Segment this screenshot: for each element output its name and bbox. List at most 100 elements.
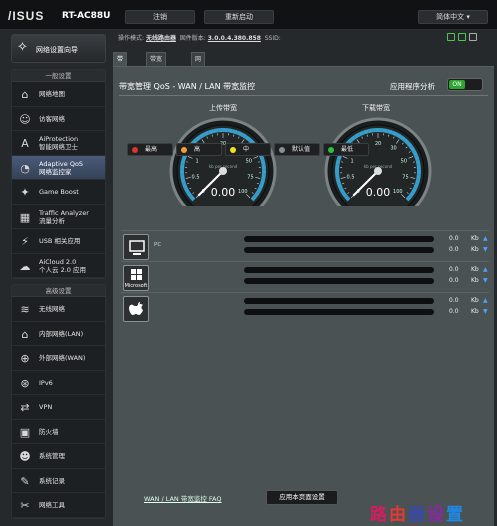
aicloud-icon: ☁: [19, 259, 31, 273]
upload-rate: 0.0 Kb ▲: [449, 235, 489, 242]
firewall-icon: ▣: [19, 425, 31, 439]
watermark-char: 置: [446, 505, 465, 525]
internet-status-icon[interactable]: [458, 33, 466, 41]
usb-status-icon[interactable]: [469, 33, 477, 41]
upload-rate: 0.0 Kb ▲: [449, 297, 489, 304]
legend-3[interactable]: 默认值: [274, 143, 320, 156]
page-title: 带宽管理 QoS - WAN / LAN 带宽监控: [119, 82, 256, 91]
sidebar-item-wan[interactable]: ⊕ 外部网络(WAN): [12, 346, 105, 371]
item-title: 网络工具: [39, 501, 65, 509]
reboot-button[interactable]: 重新启动: [204, 10, 274, 24]
legend-label: 中: [243, 146, 250, 153]
item-subtitle: 流量分析: [39, 216, 65, 225]
quick-setup-button[interactable]: ✧ 网络设置向导: [11, 34, 106, 63]
arrow-up-icon: ▲: [483, 266, 488, 273]
rate-unit: Kb: [471, 277, 479, 284]
legend-1[interactable]: 高: [176, 143, 222, 156]
sidebar-item-system-log[interactable]: ✎ 系统记录: [12, 469, 105, 493]
tab-bandwidth-monitor[interactable]: 带宽监控: [113, 52, 128, 105]
wan-icon: ⊕: [20, 352, 30, 365]
legend-label: 高: [194, 146, 201, 153]
download-bar: [244, 278, 434, 284]
model-name: RT-AC88U: [62, 11, 111, 21]
faq-link[interactable]: WAN / LAN 带宽监控 FAQ: [144, 493, 222, 503]
client-row: Microsoft 0.0 Kb ▲ 0.0 Kb ▼: [121, 261, 489, 294]
app-analysis-toggle[interactable]: ON: [447, 78, 483, 91]
apply-button[interactable]: 应用本页面设置: [266, 490, 338, 505]
game-boost-icon: ✦: [20, 186, 30, 199]
chevron-down-icon: ▾: [466, 13, 470, 21]
advanced-header: 高级设置: [12, 285, 105, 297]
sidebar-item-network-map[interactable]: ⌂ 网络地图: [12, 82, 105, 107]
item-title: VPN: [39, 403, 53, 411]
item-title: 系统记录: [39, 476, 65, 485]
upload-rate: 0.0 Kb ▲: [449, 266, 489, 273]
sidebar-item-adaptive-qos[interactable]: ◔ Adaptive QoS 网络监控家: [12, 155, 105, 180]
download-rate: 0.0 Kb ▼: [449, 277, 489, 284]
guest-network-icon: ☺: [19, 112, 31, 126]
item-title: USB 相关应用: [39, 237, 81, 245]
item-subtitle: 智能网络卫士: [39, 143, 78, 151]
legend-2[interactable]: 中: [225, 143, 271, 156]
sidebar-item-label: 外部网络(WAN): [39, 354, 85, 362]
legend-4[interactable]: 最低: [323, 143, 369, 156]
microsoft-icon[interactable]: Microsoft: [123, 265, 149, 291]
pc-icon[interactable]: [123, 234, 149, 260]
legend-dot-icon: [328, 147, 334, 153]
rate-unit: Kb: [471, 246, 479, 253]
watermark-char: 器: [408, 505, 427, 525]
item-title: 防火墙: [39, 427, 59, 436]
language-select[interactable]: 简体中文 ▾: [418, 10, 488, 24]
firmware-link[interactable]: 3.0.0.4.380.858: [208, 35, 261, 42]
status-info: 操作模式: 无线路由器 固件版本: 3.0.0.4.380.858 SSID:: [118, 35, 281, 42]
sidebar-item-aiprotection[interactable]: A AiProtection 智能网络卫士: [12, 131, 105, 156]
tab-qos[interactable]: 带宽管理 QoS: [146, 52, 167, 91]
upload-gauge: 00.511020305075100kb per second0.00: [169, 117, 277, 206]
download-label: 下载带宽: [362, 104, 390, 112]
rate-unit: Kb: [471, 297, 479, 304]
download-rate: 0.0 Kb ▼: [449, 246, 489, 253]
sidebar-item-aicloud[interactable]: ☁ AiCloud 2.0 个人云 2.0 应用: [12, 254, 105, 278]
sidebar-item-wireless[interactable]: ≋ 无线网络: [12, 297, 105, 322]
sidebar-item-traffic-analyzer[interactable]: ▦ Traffic Analyzer 流量分析: [12, 205, 105, 229]
item-title: AiProtection: [39, 135, 79, 143]
arrow-down-icon: ▼: [483, 308, 488, 315]
gauge-value: 0.00: [211, 186, 236, 199]
rate-unit: Kb: [471, 308, 479, 315]
sidebar-item-label: AiCloud 2.0 个人云 2.0 应用: [39, 258, 86, 274]
download-rate: 0.0 Kb ▼: [449, 308, 489, 315]
rate-value: 0.0: [449, 308, 459, 315]
sidebar-item-label: Game Boost: [39, 188, 79, 196]
opmode-link[interactable]: 无线路由器: [146, 35, 176, 42]
apple-icon[interactable]: [123, 296, 149, 322]
item-title: 外部网络(WAN): [39, 354, 86, 362]
item-title: 内部网络(LAN): [39, 329, 84, 338]
legend-label: 最高: [145, 146, 158, 153]
gauge-tick-label: 0.5: [347, 174, 355, 180]
sidebar-item-vpn[interactable]: ⇄ VPN: [12, 395, 105, 420]
sidebar-item-ipv6[interactable]: ⊛ IPv6: [12, 371, 105, 395]
sidebar-item-administration[interactable]: ☻ 系统管理: [12, 444, 105, 469]
upload-bar: [244, 267, 434, 273]
gauge-tick-label: 50: [401, 158, 407, 164]
rate-value: 0.0: [449, 297, 459, 304]
arrow-down-icon: ▼: [483, 277, 488, 284]
logout-button[interactable]: 注销: [125, 10, 195, 24]
legend-0[interactable]: 最高: [127, 143, 173, 156]
upload-bar: [244, 298, 434, 304]
tab-web-history[interactable]: 网页浏览历史: [191, 52, 206, 133]
sidebar-item-firewall[interactable]: ▣ 防火墙: [12, 420, 105, 444]
sidebar-item-lan[interactable]: ⌂ 内部网络(LAN): [12, 322, 105, 346]
sidebar-item-game-boost[interactable]: ✦ Game Boost: [12, 180, 105, 205]
client-row: PC 0.0 Kb ▲ 0.0 Kb ▼: [121, 230, 489, 263]
sidebar-item-guest-network[interactable]: ☺ 访客网络: [12, 107, 105, 131]
sidebar-item-label: Adaptive QoS 网络监控家: [39, 160, 83, 176]
network-tools-icon: ✂: [20, 499, 30, 512]
sidebar-item-network-tools[interactable]: ✂ 网络工具: [12, 493, 105, 518]
lan-status-icon[interactable]: [447, 33, 455, 41]
download-bar: [244, 309, 434, 315]
sidebar-item-usb-app[interactable]: ⚡ USB 相关应用: [12, 229, 105, 254]
item-title: Game Boost: [39, 188, 79, 196]
main-panel: 带宽管理 QoS - WAN / LAN 带宽监控 应用程序分析 ON 上传带宽…: [113, 66, 494, 526]
legend-dot-icon: [279, 147, 285, 153]
